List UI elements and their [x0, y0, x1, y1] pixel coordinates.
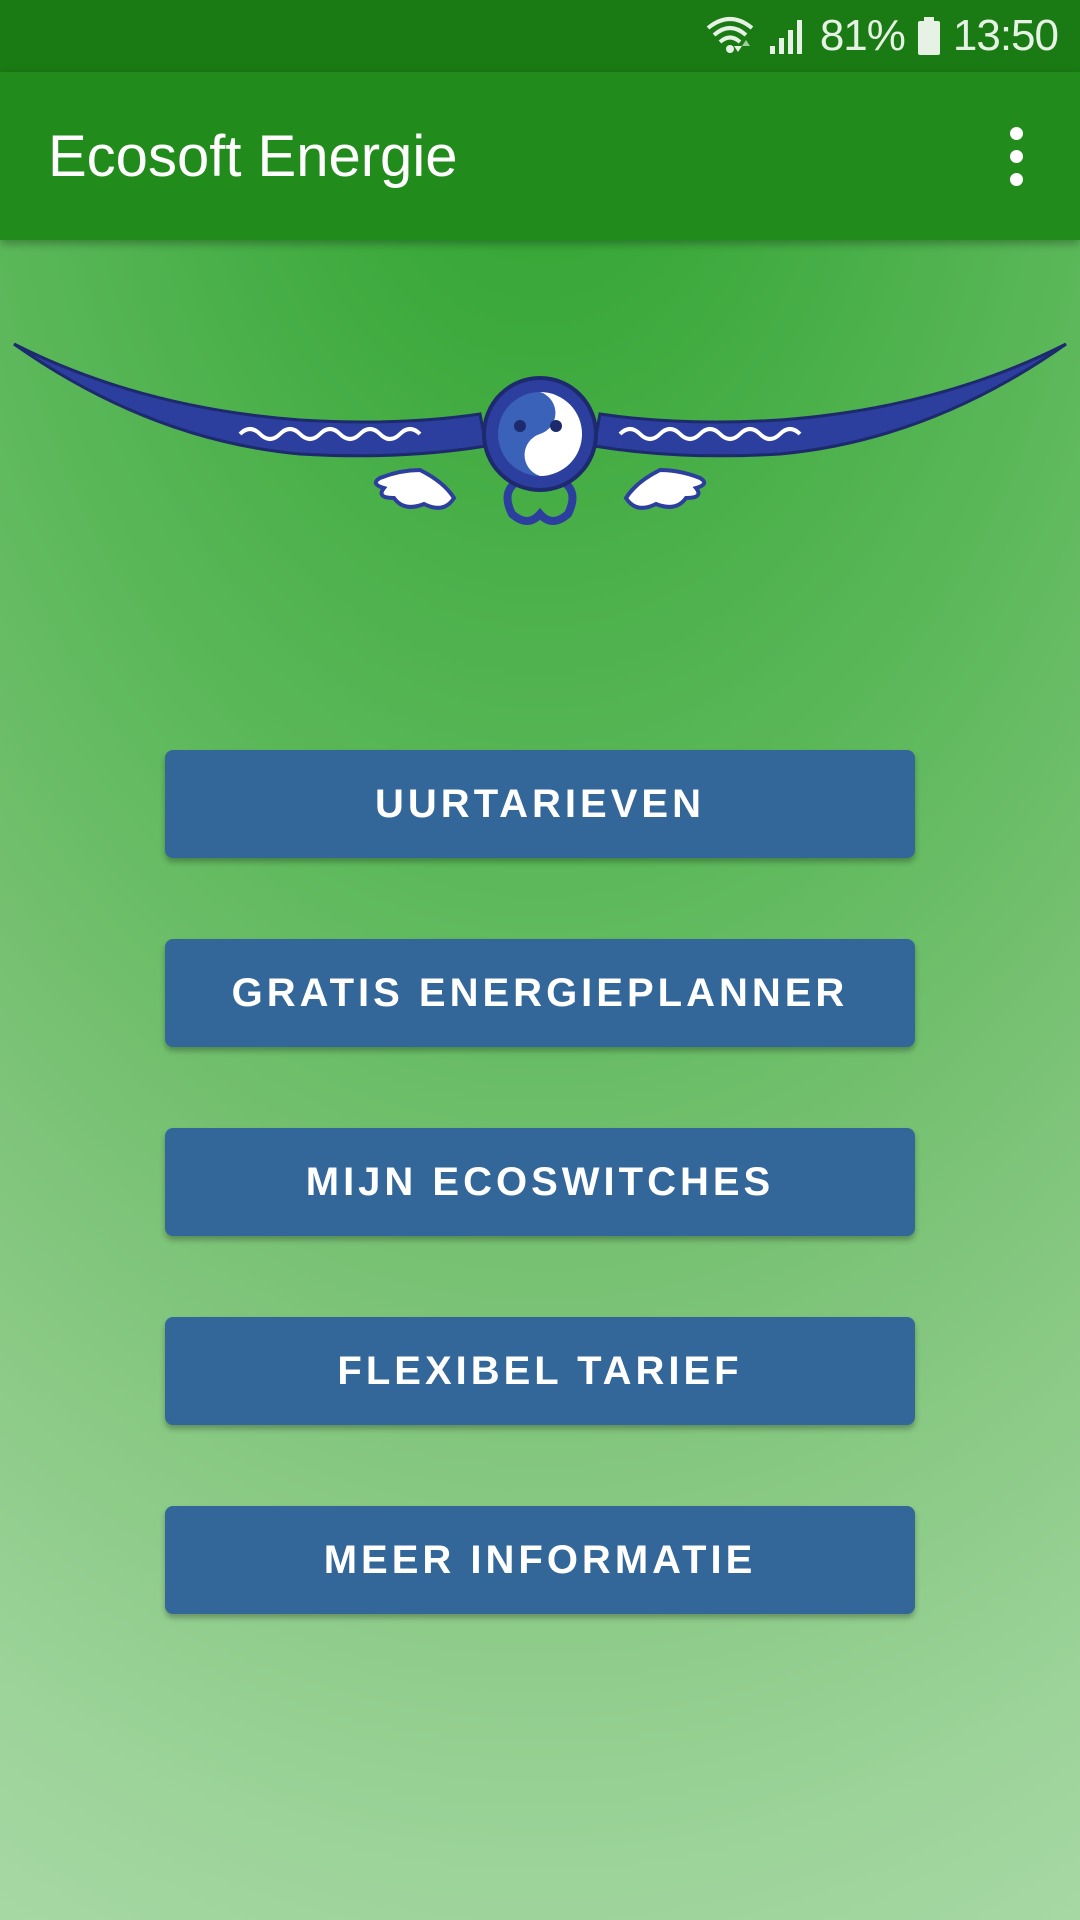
- battery-percent: 81%: [819, 11, 906, 60]
- main-menu: UURTARIEVEN GRATIS ENERGIEPLANNER MIJN E…: [165, 750, 915, 1695]
- meer-informatie-button[interactable]: MEER INFORMATIE: [165, 1506, 915, 1614]
- app-screen: 81% 13:50 Ecosoft Energie UURTARIEVEN GR…: [0, 0, 1080, 1920]
- mijn-ecoswitches-button[interactable]: MIJN ECOSWITCHES: [165, 1128, 915, 1236]
- battery-icon: [917, 16, 941, 56]
- flexibel-tarief-button[interactable]: FLEXIBEL TARIEF: [165, 1317, 915, 1425]
- app-bar: Ecosoft Energie: [0, 72, 1080, 240]
- owl-wings-logo: [0, 330, 1080, 540]
- status-bar: 81% 13:50: [0, 0, 1080, 72]
- more-vert-icon[interactable]: [992, 108, 1040, 204]
- cell-signal-icon: [768, 16, 808, 56]
- uurtarieven-button[interactable]: UURTARIEVEN: [165, 750, 915, 858]
- wifi-icon: [704, 16, 756, 56]
- gratis-energieplanner-button[interactable]: GRATIS ENERGIEPLANNER: [165, 939, 915, 1047]
- status-time: 13:50: [952, 11, 1059, 60]
- app-title: Ecosoft Energie: [48, 123, 458, 189]
